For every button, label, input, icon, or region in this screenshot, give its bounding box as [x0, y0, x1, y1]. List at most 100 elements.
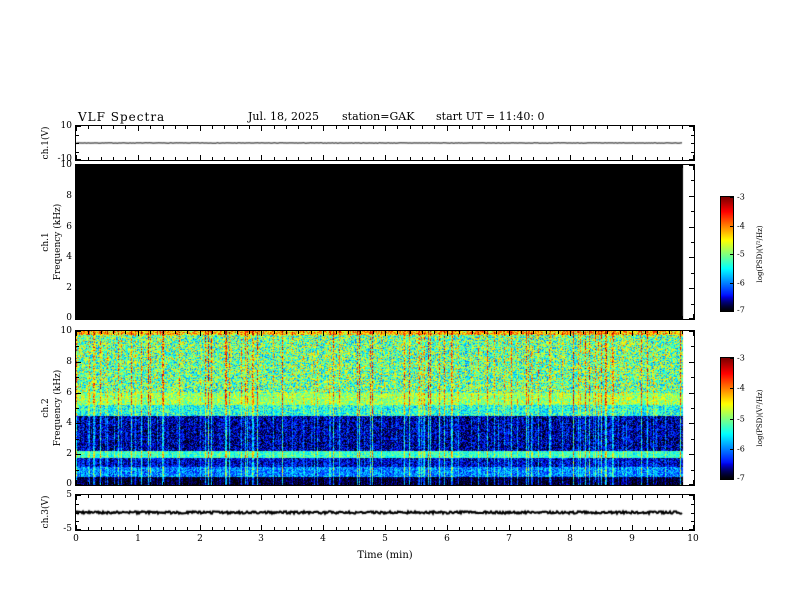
tick-mark: [113, 495, 114, 498]
tick-mark: [200, 525, 201, 530]
tick-mark: [422, 495, 423, 498]
tick-mark: [224, 482, 225, 485]
tick-mark: [434, 331, 435, 334]
tick-mark: [422, 527, 423, 530]
tick-mark: [261, 314, 262, 319]
colorbar-tick-label: -5: [737, 249, 745, 259]
tick-mark: [373, 331, 374, 334]
tick-mark: [693, 525, 694, 530]
tick-mark: [689, 454, 694, 455]
tick-mark: [336, 316, 337, 319]
tick-mark: [311, 157, 312, 160]
tick-mark: [373, 527, 374, 530]
y-tick-label: 10: [60, 160, 72, 170]
ch2-colorbar-axis-label: log(PSD)(V²/Hz): [756, 389, 764, 447]
tick-mark: [200, 331, 201, 336]
tick-mark: [645, 527, 646, 530]
tick-mark: [76, 211, 79, 212]
tick-mark: [125, 331, 126, 334]
tick-mark: [150, 331, 151, 334]
tick-mark: [447, 480, 448, 485]
tick-mark: [657, 495, 658, 498]
tick-mark: [336, 495, 337, 498]
tick-mark: [113, 331, 114, 334]
tick-mark: [693, 314, 694, 319]
tick-mark: [607, 482, 608, 485]
tick-mark: [237, 126, 238, 129]
tick-mark: [200, 155, 201, 160]
tick-mark: [200, 165, 201, 170]
tick-mark: [237, 527, 238, 530]
tick-mark: [693, 155, 694, 160]
tick-mark: [323, 165, 324, 170]
tick-mark: [546, 495, 547, 498]
tick-mark: [88, 157, 89, 160]
tick-mark: [88, 495, 89, 498]
tick-mark: [237, 165, 238, 168]
tick-mark: [620, 126, 621, 129]
tick-mark: [669, 331, 670, 334]
tick-mark: [496, 316, 497, 319]
tick-mark: [691, 135, 694, 136]
tick-mark: [200, 126, 201, 131]
tick-mark: [163, 157, 164, 160]
tick-mark: [397, 495, 398, 498]
tick-mark: [620, 482, 621, 485]
tick-mark: [657, 482, 658, 485]
tick-mark: [88, 482, 89, 485]
y-tick-label: 2: [66, 283, 72, 293]
tick-mark: [348, 331, 349, 334]
tick-mark: [410, 316, 411, 319]
tick-mark: [163, 482, 164, 485]
tick-mark: [691, 470, 694, 471]
tick-mark: [691, 304, 694, 305]
tick-mark: [187, 316, 188, 319]
tick-mark: [212, 126, 213, 129]
tick-mark: [187, 482, 188, 485]
tick-mark: [200, 314, 201, 319]
tick-mark: [76, 423, 81, 424]
tick-mark: [249, 527, 250, 530]
y-tick-label: 8: [66, 357, 72, 367]
tick-mark: [163, 495, 164, 498]
tick-mark: [730, 449, 733, 450]
tick-mark: [570, 480, 571, 485]
tick-mark: [323, 155, 324, 160]
tick-mark: [76, 454, 81, 455]
tick-mark: [459, 495, 460, 498]
tick-mark: [459, 331, 460, 334]
tick-mark: [472, 482, 473, 485]
tick-mark: [397, 527, 398, 530]
tick-mark: [88, 316, 89, 319]
tick-mark: [150, 316, 151, 319]
tick-mark: [509, 480, 510, 485]
tick-mark: [434, 482, 435, 485]
tick-mark: [730, 226, 733, 227]
tick-mark: [237, 157, 238, 160]
tick-mark: [76, 331, 77, 336]
tick-mark: [237, 482, 238, 485]
tick-mark: [484, 126, 485, 129]
tick-mark: [570, 331, 571, 336]
x-tick-label: 4: [320, 534, 326, 544]
tick-mark: [360, 527, 361, 530]
tick-mark: [336, 165, 337, 168]
tick-mark: [472, 165, 473, 168]
tick-mark: [509, 525, 510, 530]
tick-mark: [286, 165, 287, 168]
tick-mark: [533, 331, 534, 334]
tick-mark: [484, 527, 485, 530]
tick-mark: [76, 346, 79, 347]
tick-mark: [138, 525, 139, 530]
tick-mark: [286, 157, 287, 160]
tick-mark: [632, 331, 633, 336]
tick-mark: [558, 316, 559, 319]
tick-mark: [76, 196, 81, 197]
tick-mark: [385, 525, 386, 530]
tick-mark: [595, 482, 596, 485]
tick-mark: [76, 408, 79, 409]
x-tick-label: 10: [687, 534, 699, 544]
tick-mark: [682, 316, 683, 319]
colorbar-tick-label: -5: [737, 414, 745, 424]
tick-mark: [274, 126, 275, 129]
